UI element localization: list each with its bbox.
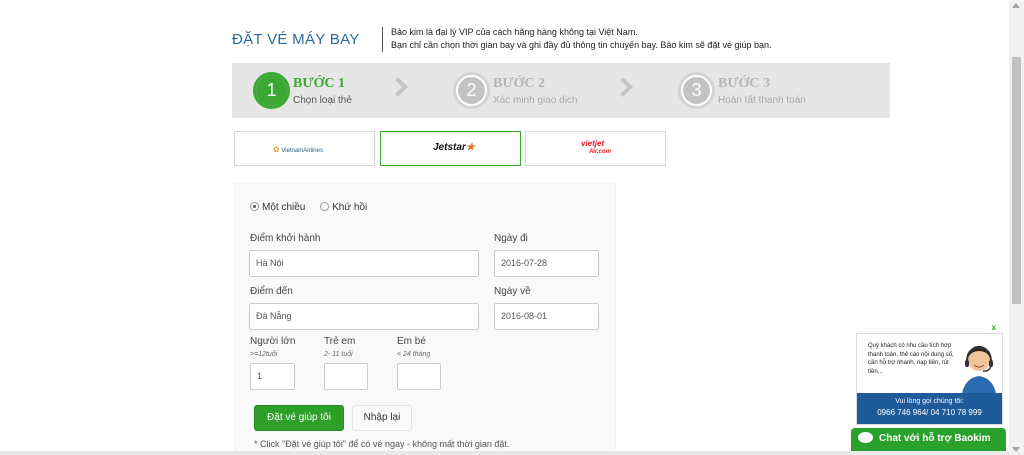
infants-quantity-field[interactable] [397,363,441,390]
jetstar-logo: Jetstar★ [433,142,475,153]
destination-field[interactable]: Đà Nẵng [249,303,479,330]
one-way-option[interactable]: Một chiều [250,202,305,213]
step-2-number: 2 [456,75,487,106]
reset-button[interactable]: Nhập lại [352,405,412,431]
book-ticket-button[interactable]: Đặt vé giúp tôi [254,405,344,431]
header-description-line2: Bạn chỉ cần chọn thời gian bay và ghi đầ… [391,40,772,50]
destination-label: Điểm đến [250,286,293,297]
round-trip-radio[interactable] [320,202,330,211]
step-3-number: 3 [681,75,712,106]
step-3-title: BƯỚC 3 [718,76,770,91]
chat-support-label: Chat với hỗ trợ Baokim [879,433,991,444]
vietnam-airlines-logo: ✿ VietnamAirlines [273,145,323,154]
children-quantity-field[interactable] [324,363,368,390]
return-date-label: Ngày về [494,286,531,297]
form-footnote: * Click "Đặt vé giúp tôi" để có vé ngay … [254,439,510,449]
scrollbar-thumb[interactable] [1012,57,1021,304]
header-divider [382,27,383,52]
step-1-number: 1 [256,75,287,106]
header-description: Bảo kim là đại lý VIP của cách hãng hàng… [391,26,771,52]
header-description-line1: Bảo kim là đại lý VIP của cách hãng hàng… [391,27,638,37]
step-1-title: BƯỚC 1 [293,76,345,91]
horizontal-scrollbar-track [0,451,1009,455]
depart-date-label: Ngày đi [494,233,528,244]
step-2-subtitle: Xác minh giao dịch [493,95,578,106]
round-trip-option[interactable]: Khứ hồi [320,202,367,213]
support-close-button[interactable]: x [992,323,996,332]
trip-type-group: Một chiều Khứ hồi [250,202,379,213]
children-hint: 2- 11 tuổi [324,351,353,358]
step-1-subtitle: Chọn loại thẻ [293,95,352,106]
support-agent-icon [961,346,997,400]
infants-hint: < 24 tháng [397,351,431,358]
step-3-subtitle: Hoàn tất thanh toán [718,95,806,106]
scroll-up-arrow-icon[interactable] [1012,3,1020,8]
adults-hint: >=12tuổi [250,351,278,358]
step-progress-bar: 1 BƯỚC 1 Chọn loại thẻ 2 BƯỚC 2 Xác minh… [232,63,890,118]
vertical-scrollbar[interactable] [1009,0,1024,455]
step-1: 1 BƯỚC 1 Chọn loại thẻ [253,72,386,110]
page-title: ĐẶT VÉ MÁY BAY [232,31,360,48]
jetstar-logo-text: Jetstar [433,142,466,153]
adults-label: Người lớn [250,336,296,347]
infants-label: Em bé [397,336,426,347]
chat-bubble-icon [858,432,873,443]
origin-label: Điểm khởi hành [250,233,321,244]
support-message: Quý khách có nhu cầu tích hợp thanh toán… [868,343,954,375]
vietjet-logo: vietjet Air.com [581,139,611,157]
vietjet-logo-bottom: Air.com [589,149,612,155]
vietjet-logo-top: vietjet [581,139,605,148]
lotus-icon: ✿ [273,145,280,154]
return-date-field[interactable]: 2016-08-01 [494,303,599,330]
booking-page: ĐẶT VÉ MÁY BAY Bảo kim là đại lý VIP của… [0,0,1024,455]
step-2: 2 BƯỚC 2 Xác minh giao dịch [453,72,606,110]
chat-support-button[interactable]: Chat với hỗ trợ Baokim [851,428,1006,452]
round-trip-label: Khứ hồi [332,202,368,213]
support-phone-bar: Vui lòng gọi chúng tôi: 0966 746 964/ 04… [857,393,1002,424]
one-way-label: Một chiều [262,202,306,213]
chevron-right-icon [613,77,633,97]
depart-date-field[interactable]: 2016-07-28 [494,250,599,277]
support-call-label: Vui lòng gọi chúng tôi: [895,398,964,405]
page-header: ĐẶT VÉ MÁY BAY Bảo kim là đại lý VIP của… [232,26,892,56]
step-3: 3 BƯỚC 3 Hoàn tất thanh toán [678,72,841,110]
airline-tab-vietnam-airlines[interactable]: ✿ VietnamAirlines [234,131,375,166]
vietnam-airlines-logo-text: VietnamAirlines [281,148,323,154]
adults-quantity-field[interactable]: 1 [250,363,295,390]
one-way-radio[interactable] [250,202,259,211]
step-2-title: BƯỚC 2 [493,76,545,91]
support-widget: x Quý khách có nhu cầu tích hợp thanh to… [856,323,1003,425]
scroll-down-arrow-icon[interactable] [1012,447,1020,452]
airline-tab-jetstar[interactable]: Jetstar★ [380,131,521,166]
support-phone-numbers: 0966 746 964/ 04 710 78 999 [877,408,982,417]
booking-form: Một chiều Khứ hồi Điểm khởi hành Hà Nội … [234,183,616,455]
children-label: Trẻ em [324,336,356,347]
airline-tab-vietjet[interactable]: vietjet Air.com [525,131,666,166]
origin-field[interactable]: Hà Nội [249,250,479,277]
star-icon: ★ [465,142,475,153]
chevron-right-icon [388,77,408,97]
